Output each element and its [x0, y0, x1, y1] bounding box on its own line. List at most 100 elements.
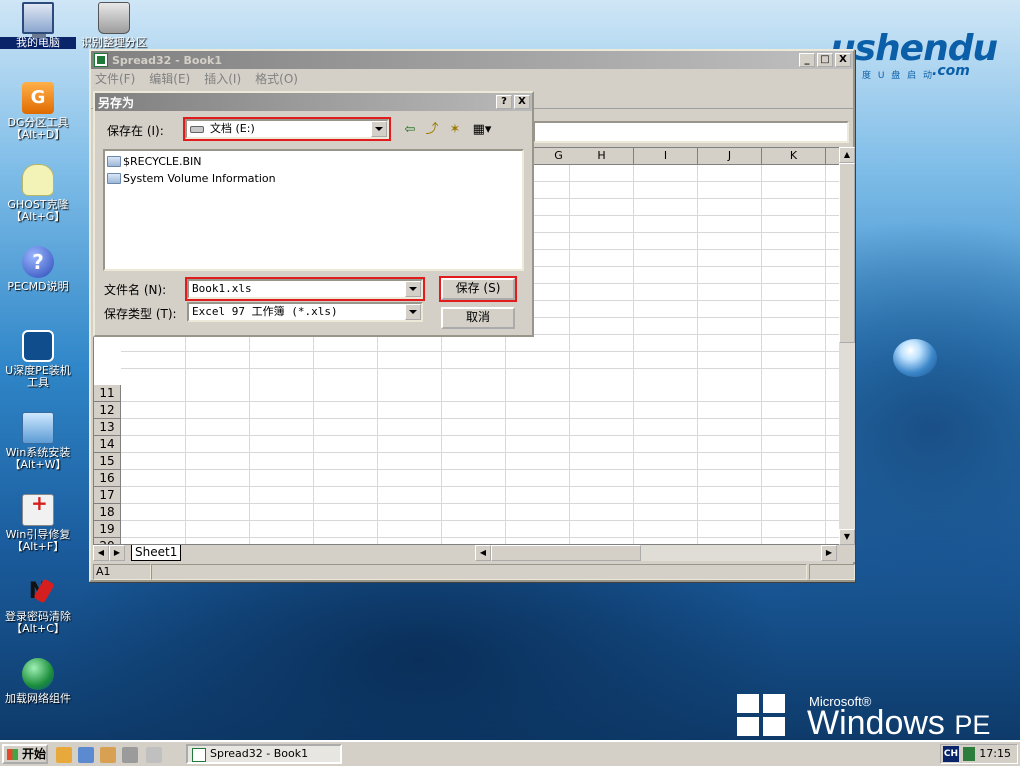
maximize-button[interactable]: □ — [817, 53, 833, 67]
windows-logo-icon — [737, 694, 787, 738]
cancel-button[interactable]: 取消 — [441, 307, 515, 329]
settings-quicklaunch-icon[interactable] — [78, 747, 94, 763]
system-tray: CH 17:15 — [940, 744, 1018, 764]
up-folder-icon[interactable]: ⤴ — [422, 121, 442, 139]
dialog-title: 另存为 — [98, 95, 135, 110]
spreadsheet-app-icon — [94, 53, 108, 67]
desktop-icon-label: 我的电脑 — [0, 37, 76, 49]
vertical-scrollbar[interactable]: ▲ ▼ — [839, 147, 855, 545]
water-drop-decoration — [893, 339, 937, 377]
dialog-close-button[interactable]: X — [514, 95, 530, 109]
network-tray-icon[interactable] — [963, 747, 975, 761]
save-as-dialog: 另存为 ? X 保存在 (I): 文档 (E:) ⇦ ⤴ ✶ ▦▾ $RECYC… — [93, 91, 534, 337]
new-folder-icon[interactable]: ✶ — [445, 121, 465, 139]
desktop-icon-label-line2: 工具 — [27, 376, 49, 389]
dialog-help-button[interactable]: ? — [496, 95, 512, 109]
menu-file[interactable]: 文件(F) — [95, 70, 135, 87]
ime-indicator[interactable]: CH — [943, 746, 959, 762]
menu-bar: 文件(F) 编辑(E) 插入(I) 格式(O) — [91, 69, 853, 87]
minimize-button[interactable]: _ — [799, 53, 815, 67]
scroll-down-icon[interactable]: ▼ — [839, 529, 855, 545]
desktop-icon-password-clear[interactable]: N 登录密码清除 【Alt+C】 — [0, 576, 76, 635]
list-item[interactable]: System Volume Information — [107, 170, 520, 187]
window-title: Spread32 - Book1 — [112, 53, 222, 67]
disk-quicklaunch-icon[interactable] — [122, 747, 138, 763]
scroll-left-icon[interactable]: ◀ — [475, 545, 491, 561]
column-header[interactable]: I — [634, 148, 698, 165]
taskbar: 开始 Spread32 - Book1 CH 17:15 — [0, 740, 1020, 766]
chevron-down-icon[interactable] — [405, 304, 421, 320]
save-button[interactable]: 保存 (S) — [439, 276, 517, 302]
formula-input[interactable] — [533, 121, 849, 143]
chevron-down-icon[interactable] — [371, 121, 387, 137]
filename-input[interactable]: Book1.xls — [185, 277, 425, 301]
password-key-icon: N — [22, 576, 54, 608]
back-icon[interactable]: ⇦ — [400, 121, 420, 139]
computer-icon — [22, 2, 54, 38]
brand-domain: .com — [932, 63, 970, 79]
desktop-icon-hotkey: 【Alt+D】 — [10, 128, 66, 141]
scroll-up-icon[interactable]: ▲ — [839, 147, 855, 163]
row-header[interactable]: 16 — [94, 470, 121, 487]
menu-format[interactable]: 格式(O) — [255, 70, 298, 87]
dialog-titlebar[interactable]: 另存为 ? X — [95, 93, 532, 111]
chevron-down-icon[interactable] — [405, 281, 421, 297]
desktop-icon-pecmd[interactable]: ? PECMD说明 — [0, 246, 76, 293]
drive-icon — [190, 125, 204, 133]
desktop-icon-ghost[interactable]: GHOST克隆 【Alt+G】 — [0, 164, 76, 223]
desktop-icon-label: 加载网络组件 — [5, 692, 71, 705]
desktop-icon-hotkey: 【Alt+G】 — [10, 210, 66, 223]
save-in-label: 保存在 (I): — [107, 124, 164, 138]
start-button[interactable]: 开始 — [2, 744, 48, 764]
view-menu-icon[interactable]: ▦▾ — [469, 121, 495, 139]
tools-quicklaunch-icon[interactable] — [100, 747, 116, 763]
menu-edit[interactable]: 编辑(E) — [149, 70, 190, 87]
column-header[interactable]: H — [570, 148, 634, 165]
udeep-icon — [22, 330, 54, 362]
row-header[interactable]: 13 — [94, 419, 121, 436]
list-item[interactable]: $RECYCLE.BIN — [107, 153, 520, 170]
horizontal-scrollbar[interactable]: ◀ ▶ — [475, 545, 837, 561]
explorer-quicklaunch-icon[interactable] — [56, 747, 72, 763]
scroll-right-icon[interactable]: ▶ — [821, 545, 837, 561]
row-header[interactable]: 18 — [94, 504, 121, 521]
row-header[interactable]: 11 — [94, 385, 121, 402]
desktop-icon-my-computer[interactable]: 我的电脑 — [0, 2, 76, 49]
close-button[interactable]: X — [835, 53, 851, 67]
row-header[interactable]: 14 — [94, 436, 121, 453]
taskbar-item-spread32[interactable]: Spread32 - Book1 — [186, 744, 342, 764]
save-in-dropdown[interactable]: 文档 (E:) — [183, 117, 391, 141]
diskgenius-icon: G — [22, 82, 54, 114]
win-install-icon — [22, 412, 54, 444]
file-list[interactable]: $RECYCLE.BIN System Volume Information — [103, 149, 524, 271]
help-icon: ? — [22, 246, 54, 278]
column-header[interactable]: K — [762, 148, 826, 165]
row-header[interactable]: 17 — [94, 487, 121, 504]
desktop-icon-udeep-pe[interactable]: U深度PE装机 工具 — [0, 330, 76, 389]
status-message — [151, 564, 807, 580]
row-header[interactable]: 15 — [94, 453, 121, 470]
row-header[interactable]: 12 — [94, 402, 121, 419]
row-header[interactable]: 20 — [94, 538, 121, 544]
desktop-icon-recognize-partition[interactable]: 识别整理分区 — [76, 2, 152, 49]
desktop-icon-win-install[interactable]: Win系统安装 【Alt+W】 — [0, 412, 76, 471]
menu-insert[interactable]: 插入(I) — [204, 70, 241, 87]
filename-value: Book1.xls — [192, 282, 252, 295]
desktop-icon-network[interactable]: 加载网络组件 — [0, 658, 76, 705]
ghost-icon — [22, 164, 54, 196]
tab-scroll-left-icon[interactable]: ◀ — [93, 545, 109, 561]
vertical-scroll-thumb[interactable] — [839, 163, 855, 343]
desktop-icon-dg-partition[interactable]: G DG分区工具 【Alt+D】 — [0, 82, 76, 141]
tab-sheet1[interactable]: Sheet1 — [131, 545, 181, 561]
desktop-icon-label: PECMD说明 — [7, 280, 69, 293]
eraser-quicklaunch-icon[interactable] — [146, 747, 162, 763]
folder-icon — [107, 156, 121, 167]
tab-scroll-right-icon[interactable]: ▶ — [109, 545, 125, 561]
row-header[interactable]: 19 — [94, 521, 121, 538]
column-header[interactable]: J — [698, 148, 762, 165]
cell-reference: A1 — [93, 564, 151, 580]
horizontal-scroll-thumb[interactable] — [491, 545, 641, 561]
window-titlebar[interactable]: Spread32 - Book1 _ □ X — [91, 51, 853, 69]
desktop-icon-boot-repair[interactable]: Win引导修复 【Alt+F】 — [0, 494, 76, 553]
filetype-dropdown[interactable]: Excel 97 工作簿 (*.xls) — [187, 302, 423, 322]
